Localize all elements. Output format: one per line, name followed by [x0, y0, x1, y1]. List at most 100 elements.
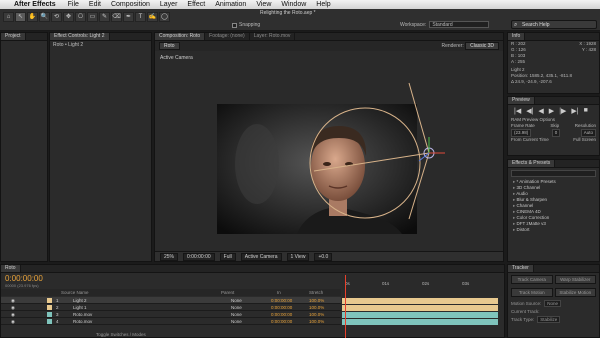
tab-effect-controls[interactable]: Effect Controls: Light 2: [50, 33, 110, 40]
eraser-tool[interactable]: ⌫: [111, 12, 122, 22]
layer-parent[interactable]: None: [231, 305, 242, 310]
tab-layer[interactable]: Layer: Roto.mov: [250, 33, 296, 40]
menu-view[interactable]: View: [256, 1, 271, 8]
tab-footage[interactable]: Footage: (none): [205, 33, 250, 40]
pan-behind-tool[interactable]: ⎔: [75, 12, 86, 22]
toggle-switches-modes[interactable]: Toggle Switches / Modes: [96, 332, 146, 337]
current-time-display[interactable]: 0:00:00:00: [183, 252, 215, 261]
brush-tool[interactable]: ✒: [123, 12, 134, 22]
layer-parent[interactable]: None: [231, 319, 242, 324]
info-y: Y : 428: [581, 47, 596, 52]
tab-timeline-roto[interactable]: Roto: [1, 265, 21, 272]
layer-name[interactable]: Roto.mov: [73, 312, 92, 317]
zoom-select[interactable]: 25%: [160, 252, 179, 261]
skip-field[interactable]: 0: [551, 129, 561, 137]
full-screen-checkbox[interactable]: Full Screen: [573, 137, 596, 143]
tab-effects-presets[interactable]: Effects & Presets: [508, 160, 556, 167]
play-reverse-button[interactable]: ◀: [538, 107, 543, 115]
time-ruler[interactable]: 0s 01s 02s 03s: [342, 274, 503, 296]
camera-tool[interactable]: ✥: [63, 12, 74, 22]
workspace-select[interactable]: Standard: [429, 21, 490, 28]
menu-edit[interactable]: Edit: [89, 1, 101, 8]
preview-panel: Preview |◀ ◀| ◀ ▶ |▶ ▶| ■ RAM Preview Op…: [507, 96, 600, 156]
info-delta: Δ 24.9, -24.9, -207.6: [511, 79, 552, 84]
effects-search-input[interactable]: [511, 170, 596, 177]
info-a: A : 255: [511, 59, 526, 64]
menu-bar: After Effects File Edit Composition Laye…: [0, 0, 600, 9]
search-help-placeholder: Search Help: [522, 22, 550, 28]
tab-tracker[interactable]: Tracker: [508, 265, 534, 272]
tab-info[interactable]: Info: [508, 33, 526, 40]
layer-duration-bar[interactable]: [342, 298, 498, 304]
layer-label-color[interactable]: [47, 312, 52, 317]
layer-label-color[interactable]: [47, 298, 52, 303]
warp-stabilizer-button[interactable]: Warp Stabilizer: [554, 275, 596, 284]
menu-animation[interactable]: Animation: [215, 1, 246, 8]
menu-file[interactable]: File: [68, 1, 79, 8]
tab-composition[interactable]: Composition: Roto: [155, 33, 206, 40]
layer-duration-bar[interactable]: [342, 312, 498, 318]
next-frame-button[interactable]: |▶: [559, 107, 566, 115]
layer-parent[interactable]: None: [231, 312, 242, 317]
fx-item[interactable]: ▸ Distort: [508, 227, 599, 233]
stabilize-motion-button[interactable]: Stabilize Motion: [554, 288, 596, 297]
track-motion-button[interactable]: Track Motion: [511, 288, 553, 297]
layer-row[interactable]: ◉ 1 Light 2 None 0:00:00:00 100.0%: [1, 297, 341, 304]
rotate-tool[interactable]: ⟲: [51, 12, 62, 22]
menu-composition[interactable]: Composition: [111, 1, 150, 8]
rectangle-tool[interactable]: ▭: [87, 12, 98, 22]
view-layout-select[interactable]: 1 View: [286, 252, 310, 261]
layer-row[interactable]: ◉ 3 Roto.mov None 0:00:00:00 100.0%: [1, 311, 341, 318]
pen-tool[interactable]: ✎: [99, 12, 110, 22]
layer-name[interactable]: Roto.mov: [73, 319, 92, 324]
type-tool[interactable]: T: [135, 12, 146, 22]
zoom-tool[interactable]: 🔍: [39, 12, 50, 22]
resolution-select[interactable]: Full: [219, 252, 236, 261]
snapping-checkbox[interactable]: [232, 22, 237, 28]
layer-parent[interactable]: None: [231, 298, 242, 303]
menu-help[interactable]: Help: [316, 1, 330, 8]
timeline-timecode[interactable]: 0:00:00:00: [5, 274, 43, 283]
frame-rate-field[interactable]: (23.98): [511, 129, 532, 137]
current-track-label: Current Track:: [511, 309, 540, 314]
light-gizmo[interactable]: [155, 51, 503, 251]
last-frame-button[interactable]: ▶|: [571, 107, 578, 115]
app-menu[interactable]: After Effects: [14, 1, 56, 8]
first-frame-button[interactable]: |◀: [514, 107, 521, 115]
prev-frame-button[interactable]: ◀|: [526, 107, 533, 115]
layer-row[interactable]: ◉ 2 Light 1 None 0:00:00:00 100.0%: [1, 304, 341, 311]
motion-source-select[interactable]: None: [544, 300, 562, 307]
play-button[interactable]: ▶: [549, 107, 554, 115]
layer-duration-bar[interactable]: [342, 305, 498, 311]
menu-layer[interactable]: Layer: [160, 1, 178, 8]
search-help-input[interactable]: ⌕ Search Help: [511, 20, 597, 29]
composition-viewer[interactable]: Active Camera: [155, 51, 503, 251]
comp-breadcrumb[interactable]: Roto: [159, 41, 180, 50]
roto-brush-tool[interactable]: ✍: [147, 12, 158, 22]
layer-label-color[interactable]: [47, 305, 52, 310]
camera-view-select[interactable]: Active Camera: [240, 252, 282, 261]
home-tool[interactable]: ⌂: [3, 12, 14, 22]
layer-duration-bar[interactable]: [342, 319, 498, 325]
exposure-value[interactable]: +0.0: [314, 252, 333, 261]
ram-preview-button[interactable]: ■: [584, 107, 588, 115]
tab-project[interactable]: Project: [1, 33, 26, 40]
project-title: Relighting the Roto.aep *: [260, 10, 316, 16]
menu-effect[interactable]: Effect: [187, 1, 205, 8]
playhead[interactable]: [345, 275, 346, 338]
puppet-tool[interactable]: ◯: [159, 12, 170, 22]
renderer-value[interactable]: Classic 3D: [465, 41, 499, 50]
layer-label-color[interactable]: [47, 319, 52, 324]
snapping-toggle[interactable]: Snapping: [232, 22, 260, 28]
layer-row[interactable]: ◉ 4 Roto.mov None 0:00:00:00 100.0%: [1, 318, 341, 325]
hand-tool[interactable]: ✋: [27, 12, 38, 22]
from-current-time-checkbox[interactable]: From Current Time: [511, 137, 549, 143]
menu-window[interactable]: Window: [281, 1, 306, 8]
resolution-field[interactable]: Auto: [580, 129, 596, 137]
layer-name[interactable]: Light 1: [73, 305, 87, 310]
tab-preview[interactable]: Preview: [508, 97, 535, 104]
track-type-select[interactable]: Stabilize: [537, 316, 561, 323]
layer-name[interactable]: Light 2: [73, 298, 87, 303]
track-camera-button[interactable]: Track Camera: [511, 275, 553, 284]
selection-tool[interactable]: ↖: [15, 12, 26, 22]
